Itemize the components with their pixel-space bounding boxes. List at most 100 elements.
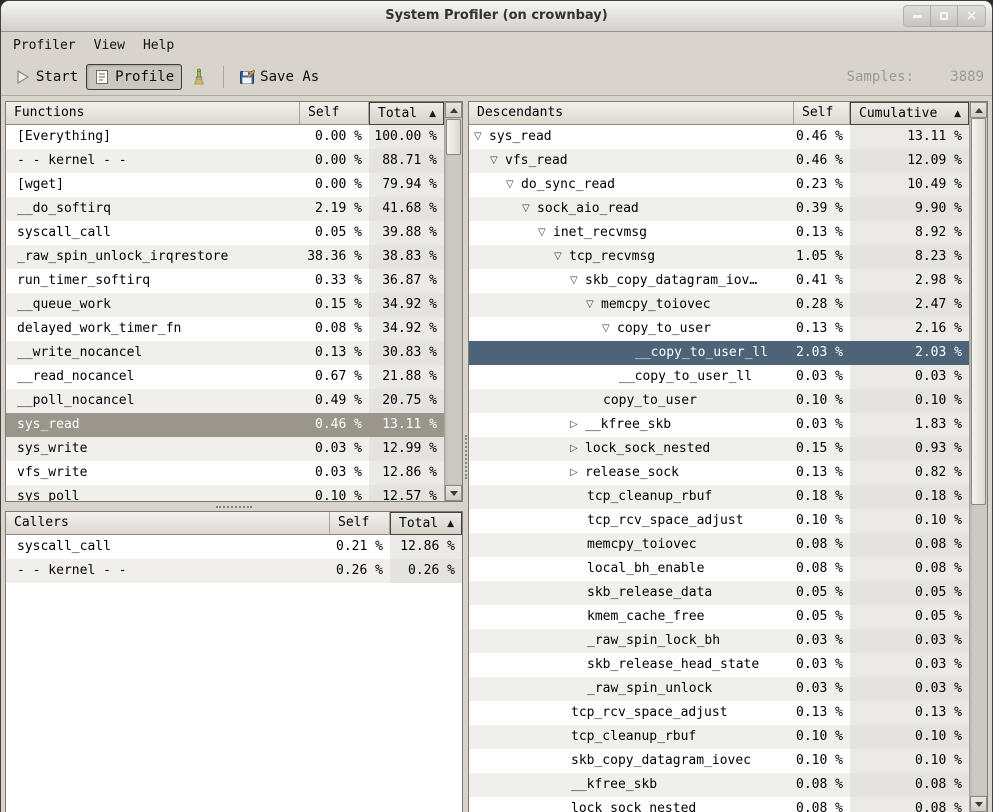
table-cell: kmem_cache_free bbox=[469, 605, 794, 629]
table-row[interactable]: [Everything]0.00 %100.00 % bbox=[6, 125, 444, 149]
expander-open-icon[interactable]: ▽ bbox=[490, 149, 505, 173]
callers-column-header[interactable]: Callers bbox=[6, 512, 330, 535]
reset-button[interactable] bbox=[182, 63, 216, 91]
table-row[interactable]: syscall_call0.21 %12.86 % bbox=[6, 535, 462, 559]
table-row[interactable]: ▽tcp_recvmsg1.05 %8.23 % bbox=[469, 245, 969, 269]
table-row[interactable]: _raw_spin_unlock_irqrestore38.36 %38.83 … bbox=[6, 245, 444, 269]
table-row[interactable]: __queue_work0.15 %34.92 % bbox=[6, 293, 444, 317]
table-row[interactable]: tcp_rcv_space_adjust0.13 %0.13 % bbox=[469, 701, 969, 725]
expander-open-icon[interactable]: ▽ bbox=[554, 245, 569, 269]
table-row[interactable]: tcp_cleanup_rbuf0.10 %0.10 % bbox=[469, 725, 969, 749]
function-name-label: _raw_spin_unlock bbox=[587, 677, 712, 701]
table-row[interactable]: ▽sys_read0.46 %13.11 % bbox=[469, 125, 969, 149]
scroll-down-button[interactable] bbox=[445, 485, 462, 501]
table-row[interactable]: copy_to_user0.10 %0.10 % bbox=[469, 389, 969, 413]
function-name-label: skb_copy_datagram_iovec bbox=[571, 749, 751, 773]
table-row[interactable]: ▽do_sync_read0.23 %10.49 % bbox=[469, 173, 969, 197]
table-row[interactable]: syscall_call0.05 %39.88 % bbox=[6, 221, 444, 245]
table-row[interactable]: _raw_spin_unlock0.03 %0.03 % bbox=[469, 677, 969, 701]
table-row[interactable]: __copy_to_user_ll2.03 %2.03 % bbox=[469, 341, 969, 365]
table-row[interactable]: skb_release_head_state0.03 %0.03 % bbox=[469, 653, 969, 677]
table-row[interactable]: skb_copy_datagram_iovec0.10 %0.10 % bbox=[469, 749, 969, 773]
table-row[interactable]: __poll_nocancel0.49 %20.75 % bbox=[6, 389, 444, 413]
expander-open-icon[interactable]: ▽ bbox=[506, 173, 521, 197]
expander-open-icon[interactable]: ▽ bbox=[522, 197, 537, 221]
table-row[interactable]: lock_sock_nested0.08 %0.08 % bbox=[469, 797, 969, 812]
expander-open-icon[interactable]: ▽ bbox=[586, 293, 601, 317]
table-row[interactable]: ▽memcpy_toiovec0.28 %2.47 % bbox=[469, 293, 969, 317]
total-column-header-sorted[interactable]: Total ▲ bbox=[369, 102, 444, 125]
start-button[interactable]: Start bbox=[7, 64, 86, 90]
table-row[interactable]: sys_poll0.10 %12.57 % bbox=[6, 485, 444, 501]
expander-open-icon[interactable]: ▽ bbox=[602, 317, 617, 341]
cumulative-column-header-sorted[interactable]: Cumulative ▲ bbox=[850, 102, 969, 125]
table-row[interactable]: ▽copy_to_user0.13 %2.16 % bbox=[469, 317, 969, 341]
table-row[interactable]: ▽sock_aio_read0.39 %9.90 % bbox=[469, 197, 969, 221]
save-as-button[interactable]: Save As bbox=[231, 64, 327, 90]
table-row[interactable]: - - kernel - -0.26 %0.26 % bbox=[6, 559, 462, 583]
table-row[interactable]: ▷__kfree_skb0.03 %1.83 % bbox=[469, 413, 969, 437]
profile-button[interactable]: Profile bbox=[86, 64, 182, 90]
table-cell: 39.88 % bbox=[369, 221, 444, 245]
descendants-column-header[interactable]: Descendants bbox=[469, 102, 794, 125]
table-row[interactable]: __write_nocancel0.13 %30.83 % bbox=[6, 341, 444, 365]
table-row[interactable]: [wget]0.00 %79.94 % bbox=[6, 173, 444, 197]
scroll-up-button[interactable] bbox=[445, 102, 462, 118]
table-row[interactable]: __do_softirq2.19 %41.68 % bbox=[6, 197, 444, 221]
self-column-header[interactable]: Self bbox=[794, 102, 850, 125]
expander-closed-icon[interactable]: ▷ bbox=[570, 461, 585, 485]
table-row[interactable]: local_bh_enable0.08 %0.08 % bbox=[469, 557, 969, 581]
scrollbar-track[interactable] bbox=[970, 118, 987, 796]
table-cell: ▽tcp_recvmsg bbox=[469, 245, 794, 269]
table-row[interactable]: run_timer_softirq0.33 %36.87 % bbox=[6, 269, 444, 293]
maximize-button[interactable] bbox=[931, 6, 958, 26]
table-row[interactable]: kmem_cache_free0.05 %0.05 % bbox=[469, 605, 969, 629]
expander-closed-icon[interactable]: ▷ bbox=[570, 437, 585, 461]
table-row[interactable]: delayed_work_timer_fn0.08 %34.92 % bbox=[6, 317, 444, 341]
minimize-button[interactable] bbox=[904, 6, 931, 26]
scrollbar-thumb[interactable] bbox=[971, 118, 986, 505]
menu-help[interactable]: Help bbox=[134, 35, 183, 56]
expander-open-icon[interactable]: ▽ bbox=[538, 221, 553, 245]
table-row[interactable]: ▽vfs_read0.46 %12.09 % bbox=[469, 149, 969, 173]
table-row[interactable]: sys_write0.03 %12.99 % bbox=[6, 437, 444, 461]
table-cell: _raw_spin_lock_bh bbox=[469, 629, 794, 653]
functions-column-header[interactable]: Functions bbox=[6, 102, 300, 125]
table-row[interactable]: tcp_rcv_space_adjust0.10 %0.10 % bbox=[469, 509, 969, 533]
pane-splitter-horizontal[interactable] bbox=[5, 502, 463, 511]
expander-open-icon[interactable]: ▽ bbox=[474, 125, 489, 149]
self-column-header[interactable]: Self bbox=[330, 512, 390, 535]
table-row[interactable]: _raw_spin_lock_bh0.03 %0.03 % bbox=[469, 629, 969, 653]
table-row[interactable]: __copy_to_user_ll0.03 %0.03 % bbox=[469, 365, 969, 389]
total-column-header-sorted[interactable]: Total ▲ bbox=[390, 512, 462, 535]
table-row[interactable]: ▷release_sock0.13 %0.82 % bbox=[469, 461, 969, 485]
table-row[interactable]: ▽inet_recvmsg0.13 %8.92 % bbox=[469, 221, 969, 245]
titlebar[interactable]: System Profiler (on crownbay) × bbox=[1, 1, 992, 32]
close-button[interactable]: × bbox=[958, 6, 985, 26]
table-row[interactable]: - - kernel - -0.00 %88.71 % bbox=[6, 149, 444, 173]
scroll-down-button[interactable] bbox=[970, 796, 987, 812]
table-row[interactable]: memcpy_toiovec0.08 %0.08 % bbox=[469, 533, 969, 557]
scrollbar-track[interactable] bbox=[445, 118, 462, 485]
table-row[interactable]: vfs_write0.03 %12.86 % bbox=[6, 461, 444, 485]
table-cell: ▷release_sock bbox=[469, 461, 794, 485]
expander-closed-icon[interactable]: ▷ bbox=[570, 413, 585, 437]
table-cell: 0.13 % bbox=[300, 341, 369, 365]
table-row[interactable]: ▷lock_sock_nested0.15 %0.93 % bbox=[469, 437, 969, 461]
menu-view[interactable]: View bbox=[85, 35, 134, 56]
expander-open-icon[interactable]: ▽ bbox=[570, 269, 585, 293]
menu-profiler[interactable]: Profiler bbox=[4, 35, 85, 56]
self-column-header[interactable]: Self bbox=[300, 102, 369, 125]
table-row[interactable]: tcp_cleanup_rbuf0.18 %0.18 % bbox=[469, 485, 969, 509]
table-row[interactable]: skb_release_data0.05 %0.05 % bbox=[469, 581, 969, 605]
maximize-icon bbox=[940, 12, 948, 20]
table-row[interactable]: __kfree_skb0.08 %0.08 % bbox=[469, 773, 969, 797]
table-cell: 0.82 % bbox=[850, 461, 969, 485]
table-cell: 0.00 % bbox=[300, 125, 369, 149]
table-cell: 0.00 % bbox=[300, 149, 369, 173]
table-row[interactable]: ▽skb_copy_datagram_iov…0.41 %2.98 % bbox=[469, 269, 969, 293]
table-row[interactable]: __read_nocancel0.67 %21.88 % bbox=[6, 365, 444, 389]
scrollbar-thumb[interactable] bbox=[446, 119, 461, 155]
table-row[interactable]: sys_read0.46 %13.11 % bbox=[6, 413, 444, 437]
scroll-up-button[interactable] bbox=[970, 102, 987, 118]
